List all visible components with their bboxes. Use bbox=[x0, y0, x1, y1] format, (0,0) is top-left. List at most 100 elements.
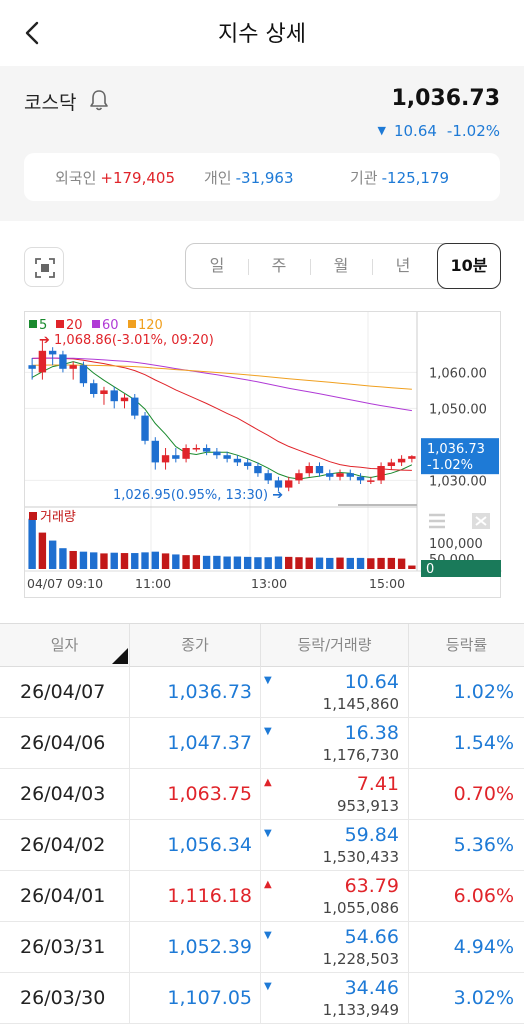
candle-body bbox=[69, 365, 77, 369]
up-triangle-icon: ▲ bbox=[264, 777, 272, 788]
volume-label: 거래량 bbox=[40, 510, 76, 525]
x-tick-label: 04/07 09:10 bbox=[27, 576, 103, 591]
candle-body bbox=[59, 354, 67, 369]
tab-day[interactable]: 일 bbox=[186, 244, 248, 288]
candle-body bbox=[120, 397, 129, 402]
volume-bar bbox=[408, 565, 416, 569]
index-change-points: 10.64 bbox=[393, 122, 437, 140]
cell-close: 1,107.05 bbox=[130, 973, 261, 1024]
header-date[interactable]: 일자 bbox=[0, 624, 130, 667]
volume-bar bbox=[79, 551, 88, 569]
candle-body bbox=[192, 448, 201, 450]
candle-body bbox=[346, 473, 354, 477]
period-tabs: 일 주 월 년 10분 bbox=[185, 243, 501, 289]
down-triangle-icon: ▼ bbox=[264, 981, 272, 992]
volume-bar bbox=[110, 552, 118, 569]
cell-change-volume: ▲ 63.79 1,055,086 bbox=[261, 871, 409, 922]
candle-body bbox=[397, 458, 406, 463]
volume-bar bbox=[315, 557, 324, 569]
volume-bar bbox=[120, 553, 129, 569]
investor-individual: 개인 -31,963 bbox=[204, 167, 294, 188]
table-row[interactable]: 26/04/03 1,063.75 ▲ 7.41 953,913 0.70% bbox=[0, 769, 524, 820]
candle-body bbox=[48, 350, 57, 355]
candle-body bbox=[233, 458, 242, 463]
tab-month[interactable]: 월 bbox=[310, 244, 372, 288]
cell-rate: 0.70% bbox=[453, 783, 514, 805]
tab-year[interactable]: 년 bbox=[372, 244, 434, 288]
table-row[interactable]: 26/04/01 1,116.18 ▲ 63.79 1,055,086 6.06% bbox=[0, 871, 524, 922]
investor-flows: 외국인 +179,405 개인 -31,963 기관 -125,179 bbox=[24, 153, 500, 201]
cell-date: 26/04/01 bbox=[0, 871, 130, 922]
candle-body bbox=[387, 462, 396, 466]
index-name: 코스닥 bbox=[24, 92, 77, 114]
cell-change: 10.64 bbox=[344, 671, 399, 693]
volume-bar bbox=[90, 552, 98, 569]
bell-icon[interactable] bbox=[88, 88, 110, 112]
volume-bar bbox=[48, 540, 57, 569]
volume-bar bbox=[69, 550, 77, 569]
table-row[interactable]: 26/04/07 1,036.73 ▼ 10.64 1,145,860 1.02% bbox=[0, 667, 524, 718]
candlestick-chart[interactable]: 5 20 60 120➔ 1,068.86(-3.01%, 09:20) 1,026.9… bbox=[25, 312, 502, 599]
tab-week[interactable]: 주 bbox=[248, 244, 310, 288]
cell-close: 1,056.34 bbox=[130, 820, 261, 871]
candle-body bbox=[79, 365, 88, 384]
volume-bar bbox=[141, 552, 149, 569]
down-triangle-icon: ▼ bbox=[264, 726, 272, 737]
cell-change: 7.41 bbox=[356, 773, 399, 795]
candle-body bbox=[367, 480, 375, 482]
volume-bar bbox=[305, 557, 313, 569]
cell-change-volume: ▲ 7.41 953,913 bbox=[261, 769, 409, 820]
page-title: 지수 상세 bbox=[218, 22, 306, 47]
table-row[interactable]: 26/03/30 1,107.05 ▼ 34.46 1,133,949 3.02% bbox=[0, 973, 524, 1024]
table-row[interactable]: 26/04/06 1,047.37 ▼ 16.38 1,176,730 1.54% bbox=[0, 718, 524, 769]
cell-change: 16.38 bbox=[344, 722, 399, 744]
volume-bar bbox=[356, 557, 365, 569]
cell-rate: 6.06% bbox=[453, 885, 514, 907]
volume-bar bbox=[100, 553, 108, 569]
legend-swatch bbox=[29, 320, 37, 328]
candle-body bbox=[131, 397, 139, 416]
legend-label: 60 bbox=[102, 318, 119, 333]
volume-current-value: 0 bbox=[426, 562, 434, 577]
candle-body bbox=[151, 440, 159, 463]
candle-body bbox=[38, 350, 47, 373]
table-row[interactable]: 26/03/31 1,052.39 ▼ 54.66 1,228,503 4.94% bbox=[0, 922, 524, 973]
index-change: ▼ 10.64 -1.02% bbox=[378, 122, 501, 140]
candle-body bbox=[377, 466, 385, 481]
capture-icon bbox=[35, 258, 55, 278]
volume-bar bbox=[151, 551, 159, 569]
index-value: 1,036.73 bbox=[391, 86, 500, 111]
volume-bar bbox=[336, 557, 344, 569]
header-rate: 등락률 bbox=[445, 636, 488, 654]
volume-bar bbox=[254, 557, 262, 569]
legend-label: 5 bbox=[39, 318, 47, 333]
chart-capture-button[interactable] bbox=[24, 247, 64, 287]
volume-bar bbox=[387, 557, 396, 569]
tab-10min[interactable]: 10분 bbox=[437, 243, 501, 289]
investor-foreign: 외국인 +179,405 bbox=[55, 167, 175, 188]
candle-body bbox=[315, 466, 324, 474]
volume-bar bbox=[161, 553, 170, 569]
cell-date: 26/04/07 bbox=[0, 667, 130, 718]
volume-bar bbox=[213, 555, 221, 569]
cell-date: 26/04/06 bbox=[0, 718, 130, 769]
x-tick-label: 11:00 bbox=[135, 576, 171, 591]
candle-body bbox=[264, 473, 272, 481]
investor-label: 개인 bbox=[204, 169, 232, 187]
cell-rate: 1.02% bbox=[453, 681, 514, 703]
volume-bar bbox=[182, 555, 190, 569]
cell-close: 1,116.18 bbox=[130, 871, 261, 922]
legend-swatch bbox=[56, 320, 64, 328]
volume-tick-label: 100,000 bbox=[429, 537, 483, 552]
candle-body bbox=[202, 448, 211, 452]
cell-rate: 4.94% bbox=[453, 936, 514, 958]
investor-value: -31,963 bbox=[235, 169, 294, 187]
legend-swatch bbox=[92, 320, 100, 328]
price-tick-label: 1,060.00 bbox=[429, 366, 487, 381]
volume-bar bbox=[192, 555, 201, 569]
investor-value: -125,179 bbox=[381, 169, 450, 187]
table-row[interactable]: 26/04/02 1,056.34 ▼ 59.84 1,530,433 5.36% bbox=[0, 820, 524, 871]
volume-bar bbox=[264, 557, 272, 569]
index-chart[interactable]: 5 20 60 120 ➔ 1,068.86(-3.01%, 09:20) 1,026.9… bbox=[24, 311, 502, 599]
legend-label: 120 bbox=[138, 318, 163, 333]
